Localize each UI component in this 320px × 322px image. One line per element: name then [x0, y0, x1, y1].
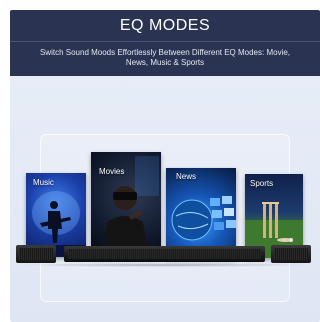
page-title: EQ MODES [119, 17, 211, 34]
title-divider [10, 41, 320, 42]
sports-label: Sports [250, 179, 274, 188]
header-banner: EQ MODES Switch Sound Moods Effortlessly… [10, 10, 320, 76]
left-speaker-grill [19, 248, 53, 260]
soundbar-shadow [16, 263, 311, 267]
music-label: Music [33, 178, 54, 187]
page-subtitle: Switch Sound Moods Effortlessly Between … [39, 48, 291, 67]
news-label: News [176, 172, 197, 181]
left-speaker [16, 245, 56, 263]
movies-label: Movies [99, 167, 125, 176]
page-canvas: EQ MODES Switch Sound Moods Effortlessly… [0, 0, 320, 322]
soundbar [64, 246, 265, 262]
eq-modes-card: EQ MODES Switch Sound Moods Effortlessly… [10, 10, 320, 322]
right-speaker-grill [274, 248, 308, 260]
right-speaker [271, 245, 311, 263]
soundbar-grill [68, 249, 261, 259]
movies-mode-panel: Movies [91, 152, 161, 258]
